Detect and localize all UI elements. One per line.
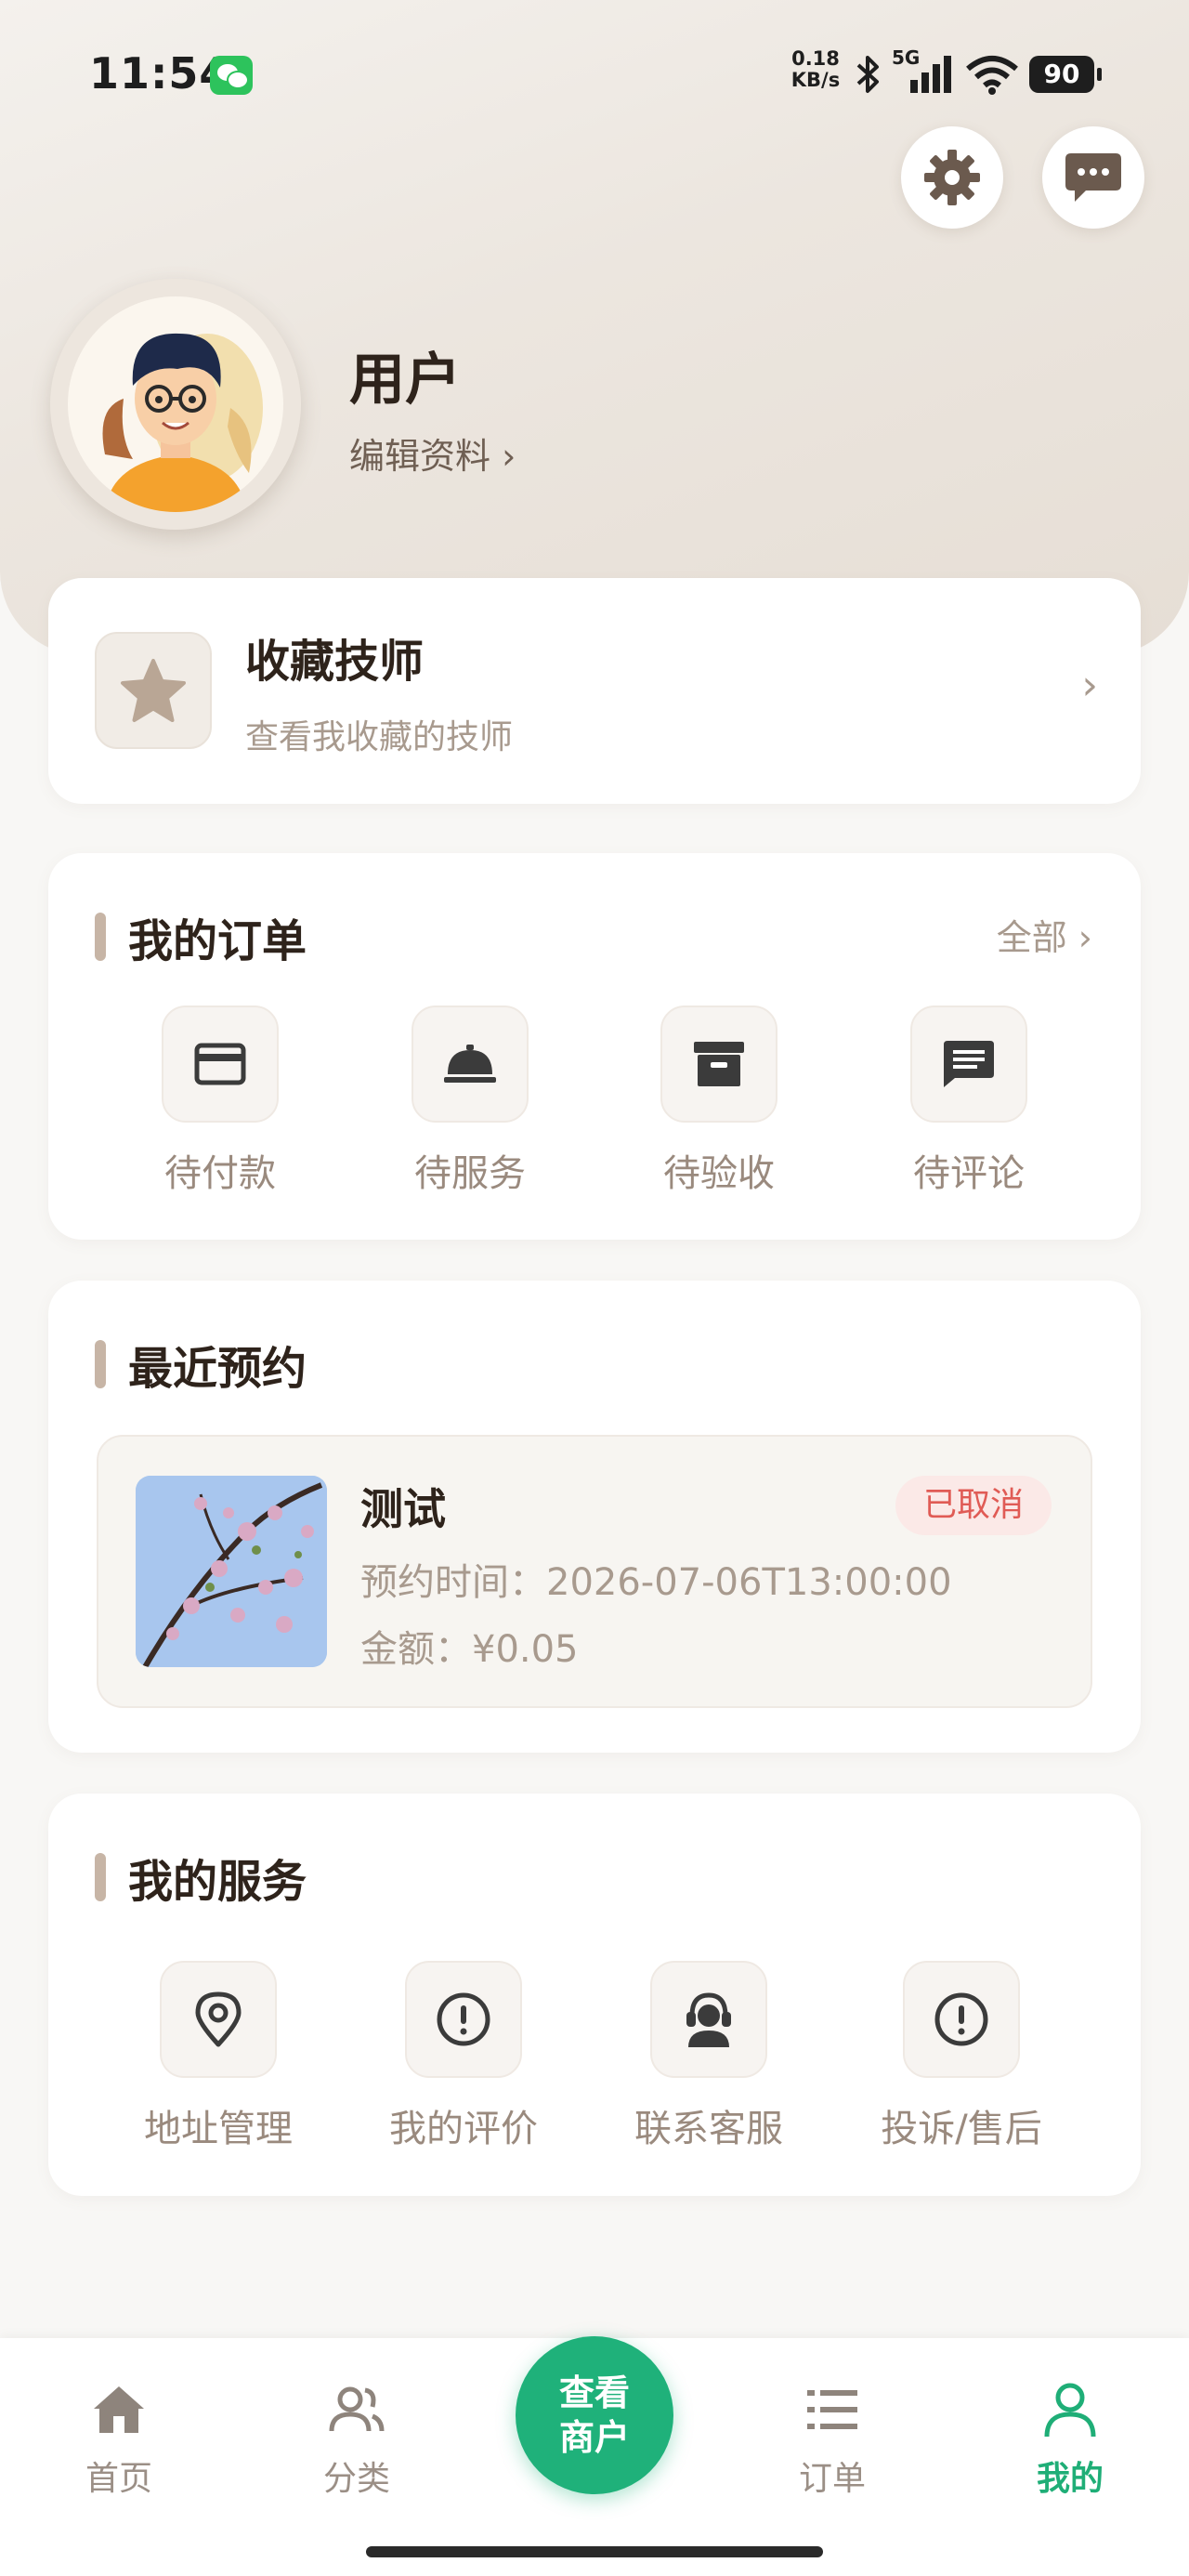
booking-thumbnail [136, 1476, 327, 1667]
service-contact-support[interactable]: 联系客服 [611, 1961, 806, 2152]
service-my-reviews[interactable]: 我的评价 [366, 1961, 561, 2152]
booking-amount: 金额：¥0.05 [360, 1628, 579, 1671]
center-button-line2: 商户 [558, 2417, 630, 2458]
my-services-title: 我的服务 [128, 1856, 307, 1908]
recent-bookings-card: 最近预约 测试 已取消 预约时间：2026-07-06T13:00:00 金额：… [48, 1281, 1141, 1753]
service-icon-box [405, 1961, 522, 2078]
alert-circle-icon [934, 1992, 988, 2046]
home-indicator [366, 2546, 823, 2557]
comment-icon [944, 1041, 994, 1087]
tab-label: 订单 [798, 2460, 866, 2498]
service-icon-box [160, 1961, 277, 2078]
my-services-card: 我的服务 地址管理 我的评价 联系客服 投诉/售后 [48, 1794, 1141, 2196]
tab-mine[interactable]: 我的 [996, 2379, 1144, 2500]
order-item-label: 待评论 [913, 1152, 1025, 1195]
section-accent-bar [95, 1340, 106, 1388]
chevron-right-icon: › [1081, 662, 1098, 709]
home-icon [94, 2386, 144, 2433]
status-time: 11:54 [89, 48, 230, 99]
order-pending-review[interactable]: 待评论 [871, 1005, 1066, 1197]
order-item-label: 待付款 [164, 1152, 276, 1195]
alert-circle-icon [437, 1992, 490, 2046]
signal-strength-icon [910, 56, 951, 93]
tab-label: 我的 [1036, 2460, 1104, 2498]
section-accent-bar [95, 1853, 106, 1901]
order-icon-box [910, 1005, 1027, 1123]
order-icon-box [162, 1005, 279, 1123]
network-speed: 0.18 KB/s [790, 47, 841, 91]
user-icon [1044, 2383, 1096, 2438]
service-icon-box [650, 1961, 767, 2078]
center-button-line1: 查看 [558, 2372, 630, 2413]
credit-card-icon [194, 1043, 246, 1085]
service-icon-box [903, 1961, 1020, 2078]
tab-label: 分类 [322, 2460, 390, 2498]
section-header: 最近预约 [95, 1332, 307, 1397]
service-item-label: 投诉/售后 [881, 2108, 1042, 2150]
section-header: 我的服务 [95, 1845, 307, 1910]
favorite-technicians-card[interactable]: 收藏技师 查看我收藏的技师 › [48, 578, 1141, 804]
avatar-image [68, 296, 283, 512]
order-pending-service[interactable]: 待服务 [372, 1005, 568, 1197]
status-bar: 11:54 0.18 KB/s 5G 90 [0, 0, 1189, 149]
order-pending-payment[interactable]: 待付款 [123, 1005, 318, 1197]
favorite-icon-box [95, 632, 212, 749]
order-item-label: 待验收 [663, 1152, 775, 1195]
wifi-icon [966, 56, 1018, 95]
battery-indicator: 90 [1029, 56, 1102, 93]
section-header: 我的订单 [95, 904, 307, 969]
booking-time: 预约时间：2026-07-06T13:00:00 [360, 1561, 952, 1604]
my-orders-card: 我的订单 全部 › 待付款 待服务 待验收 待评论 [48, 853, 1141, 1240]
tab-label: 首页 [85, 2460, 152, 2498]
tab-orders[interactable]: 订单 [758, 2379, 907, 2500]
service-address-management[interactable]: 地址管理 [121, 1961, 316, 2152]
edit-profile-link[interactable]: 编辑资料 › [349, 427, 516, 479]
order-icon-box [660, 1005, 777, 1123]
gear-icon [924, 150, 980, 205]
settings-button[interactable] [901, 126, 1003, 229]
users-icon [329, 2386, 385, 2432]
view-all-orders-link[interactable]: 全部 › [997, 909, 1092, 960]
view-merchants-button[interactable]: 查看 商户 [516, 2336, 673, 2494]
booking-name: 测试 [360, 1484, 446, 1534]
star-icon [121, 659, 186, 722]
section-accent-bar [95, 913, 106, 961]
location-pin-icon [195, 1991, 242, 2047]
wechat-notification-icon [210, 56, 253, 95]
order-icon-box [412, 1005, 529, 1123]
service-bell-icon [444, 1045, 496, 1083]
chat-bubble-icon [1065, 153, 1121, 202]
booking-item[interactable]: 测试 已取消 预约时间：2026-07-06T13:00:00 金额：¥0.05 [97, 1435, 1092, 1708]
status-badge: 已取消 [895, 1476, 1052, 1535]
bottom-tab-bar: 首页 分类 查看 商户 订单 我的 [0, 2336, 1189, 2576]
archive-box-icon [694, 1042, 744, 1086]
my-orders-title: 我的订单 [128, 915, 307, 967]
favorite-technicians-title: 收藏技师 [245, 636, 425, 688]
favorite-technicians-subtitle: 查看我收藏的技师 [245, 718, 514, 756]
service-item-label: 联系客服 [634, 2108, 783, 2150]
order-pending-acceptance[interactable]: 待验收 [621, 1005, 817, 1197]
recent-bookings-title: 最近预约 [128, 1343, 307, 1395]
messages-button[interactable] [1042, 126, 1144, 229]
service-complaint-aftersales[interactable]: 投诉/售后 [864, 1961, 1059, 2152]
service-item-label: 我的评价 [389, 2108, 538, 2150]
tab-category[interactable]: 分类 [282, 2379, 431, 2500]
tab-home[interactable]: 首页 [45, 2379, 193, 2500]
order-item-label: 待服务 [414, 1152, 526, 1195]
list-icon [807, 2390, 857, 2429]
avatar[interactable] [50, 279, 301, 530]
service-item-label: 地址管理 [144, 2108, 293, 2150]
username: 用户 [349, 348, 461, 413]
bluetooth-icon [856, 56, 879, 93]
customer-service-icon [686, 1992, 731, 2047]
